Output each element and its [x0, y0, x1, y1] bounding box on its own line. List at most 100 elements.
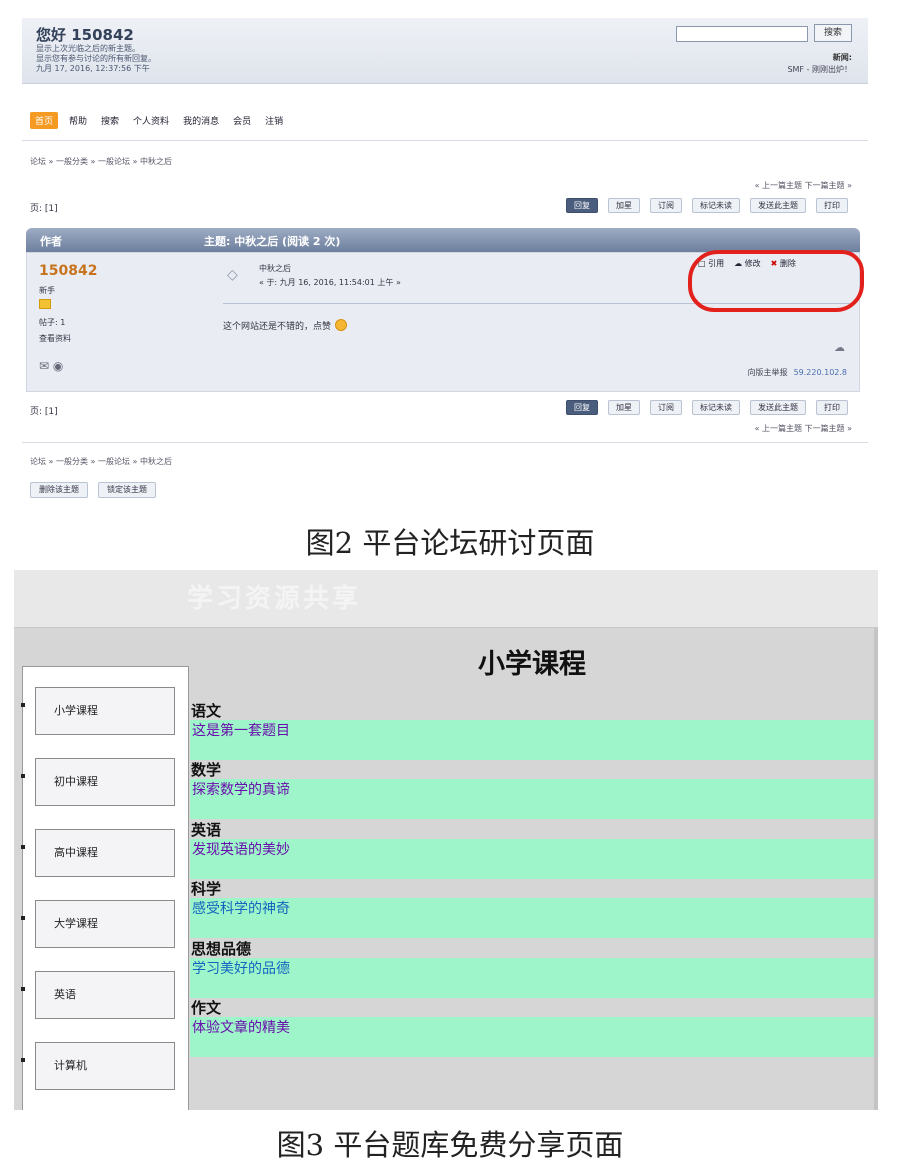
post-date: « 于: 九月 16, 2016, 11:54:01 上午 » [259, 278, 401, 287]
bullet-dot [21, 1058, 25, 1062]
search-input[interactable] [676, 26, 808, 42]
post-message: 这个网站还是不错的，点赞 [223, 319, 348, 332]
prev-next-links[interactable]: « 上一篇主题 下一篇主题 » [755, 423, 852, 434]
subject-name: 思想品德 [191, 940, 252, 958]
subject-link[interactable]: 体验文章的精美 [190, 1017, 874, 1057]
post-message-text: 这个网站还是不错的，点赞 [223, 322, 332, 332]
topic-actions-bottom: 回复 加星 订阅 标记未读 发送此主题 打印 [566, 400, 848, 415]
search-button[interactable]: 搜索 [814, 24, 852, 42]
bullet-dot [21, 987, 25, 991]
subject-block: 作文 体验文章的精美 [190, 997, 874, 1057]
sidebar-item-primary[interactable]: 小学课程 [35, 687, 175, 735]
news-text: SMF - 刚刚出炉！ [787, 65, 852, 74]
sidebar-item-computer[interactable]: 计算机 [35, 1042, 175, 1090]
star-button[interactable]: 加星 [608, 198, 640, 213]
reply-button[interactable]: 回复 [566, 400, 598, 415]
sidebar-item-senior[interactable]: 高中课程 [35, 829, 175, 877]
page-title: 小学课程 [478, 649, 586, 680]
page-indicator: 页: [1] [30, 407, 58, 417]
sidebar-item-english[interactable]: 英语 [35, 971, 175, 1019]
page-indicator: 页: [1] [30, 204, 58, 214]
print-button[interactable]: 打印 [816, 400, 848, 415]
subject-name: 英语 [191, 821, 222, 839]
poster-name[interactable]: 150842 [39, 263, 97, 279]
post-title[interactable]: 中秋之后 [259, 263, 291, 274]
nav-members[interactable]: 会员 [230, 112, 254, 129]
delete-topic-button[interactable]: 删除该主题 [30, 482, 88, 498]
message-icon: ◇ [227, 267, 238, 283]
subject-name: 科学 [191, 880, 222, 898]
view-profile-link[interactable]: 查看资料 [39, 333, 71, 344]
quote-icon[interactable]: ☁ [834, 341, 845, 354]
nav-home[interactable]: 首页 [30, 111, 59, 129]
site-title: 学习资源共享 [186, 584, 361, 614]
news-label: 新闻: [832, 53, 852, 62]
subject-block: 语文 这是第一套题目 [190, 700, 874, 760]
greeting: 您好 150842 [36, 26, 134, 44]
subject-name: 语文 [191, 702, 222, 720]
subscribe-button[interactable]: 订阅 [650, 400, 682, 415]
subject-block: 英语 发现英语的美妙 [190, 819, 874, 879]
subject-block: 科学 感受科学的神奇 [190, 878, 874, 938]
subject-link[interactable]: 发现英语的美妙 [190, 839, 874, 879]
sidebar-item-university[interactable]: 大学课程 [35, 900, 175, 948]
prev-next-links[interactable]: « 上一篇主题 下一篇主题 » [755, 180, 852, 191]
highlight-circle [688, 250, 864, 312]
header-info-line[interactable]: 显示上次光临之后的新主题。 [36, 44, 156, 54]
nav-messages[interactable]: 我的消息 [180, 112, 222, 129]
subject-link[interactable]: 这是第一套题目 [190, 720, 874, 760]
moderation-buttons: 删除该主题 锁定该主题 [30, 482, 156, 498]
bullet-dot [21, 774, 25, 778]
subject-block: 数学 探索数学的真谛 [190, 759, 874, 819]
header-info: 显示上次光临之后的新主题。 显示您有参与讨论的所有新回复。 九月 17, 201… [36, 44, 156, 74]
header-info-line[interactable]: 显示您有参与讨论的所有新回复。 [36, 54, 156, 64]
nav-logout[interactable]: 注销 [262, 112, 286, 129]
sidebar-item-junior[interactable]: 初中课程 [35, 758, 175, 806]
report-line: 向版主举报 59.220.102.8 [748, 367, 847, 378]
resource-sharing-screenshot: 学习资源共享 小学课程 初中课程 高中课程 大学课程 英语 计算机 小学课程 语… [14, 570, 878, 1110]
subscribe-button[interactable]: 订阅 [650, 198, 682, 213]
poster-rank: 新手 [39, 286, 55, 295]
figure-3-caption: 图3 平台题库免费分享页面 [276, 1128, 624, 1162]
report-link[interactable]: 向版主举报 [748, 368, 788, 377]
mark-unread-button[interactable]: 标记未读 [692, 400, 740, 415]
nav-help[interactable]: 帮助 [66, 112, 90, 129]
divider [22, 442, 868, 443]
subject-link[interactable]: 学习美好的品德 [190, 958, 874, 998]
nav-profile[interactable]: 个人资料 [130, 112, 172, 129]
main-nav: 首页 帮助 搜索 个人资料 我的消息 会员 注销 [30, 110, 286, 130]
star-button[interactable]: 加星 [608, 400, 640, 415]
breadcrumb[interactable]: 论坛 » 一般分类 » 一般论坛 » 中秋之后 [30, 156, 172, 167]
author-column-label: 作者 [40, 235, 62, 248]
contact-icons[interactable]: ✉ ◉ [39, 359, 63, 373]
nav-search[interactable]: 搜索 [98, 112, 122, 129]
mark-unread-button[interactable]: 标记未读 [692, 198, 740, 213]
reply-button[interactable]: 回复 [566, 198, 598, 213]
figure-2-caption: 图2 平台论坛研讨页面 [305, 526, 595, 560]
lock-topic-button[interactable]: 锁定该主题 [98, 482, 156, 498]
send-topic-button[interactable]: 发送此主题 [750, 198, 806, 213]
subject-block: 思想品德 学习美好的品德 [190, 938, 874, 998]
forum-header: 您好 150842 显示上次光临之后的新主题。 显示您有参与讨论的所有新回复。 … [22, 18, 868, 84]
site-header: 学习资源共享 [14, 570, 878, 628]
bullet-dot [21, 703, 25, 707]
subject-name: 作文 [191, 999, 222, 1017]
divider [22, 140, 868, 141]
bullet-dot [21, 916, 25, 920]
bullet-dot [21, 845, 25, 849]
scrollbar[interactable] [874, 628, 878, 1110]
send-topic-button[interactable]: 发送此主题 [750, 400, 806, 415]
subject-link[interactable]: 探索数学的真谛 [190, 779, 874, 819]
subject-name: 数学 [191, 761, 222, 779]
breadcrumb[interactable]: 论坛 » 一般分类 » 一般论坛 » 中秋之后 [30, 456, 172, 467]
topic-title: 主题: 中秋之后 (阅读 2 次) [204, 235, 341, 248]
subject-link[interactable]: 感受科学的神奇 [190, 898, 874, 938]
post-header: 作者 主题: 中秋之后 (阅读 2 次) [26, 228, 860, 252]
print-button[interactable]: 打印 [816, 198, 848, 213]
poster-post-count: 帖子: 1 [39, 318, 66, 327]
header-date: 九月 17, 2016, 12:37:56 下午 [36, 64, 150, 73]
star-icon [39, 299, 51, 309]
ip-address: 59.220.102.8 [793, 368, 847, 377]
smiley-icon [335, 319, 348, 331]
topic-actions: 回复 加星 订阅 标记未读 发送此主题 打印 [566, 198, 848, 213]
